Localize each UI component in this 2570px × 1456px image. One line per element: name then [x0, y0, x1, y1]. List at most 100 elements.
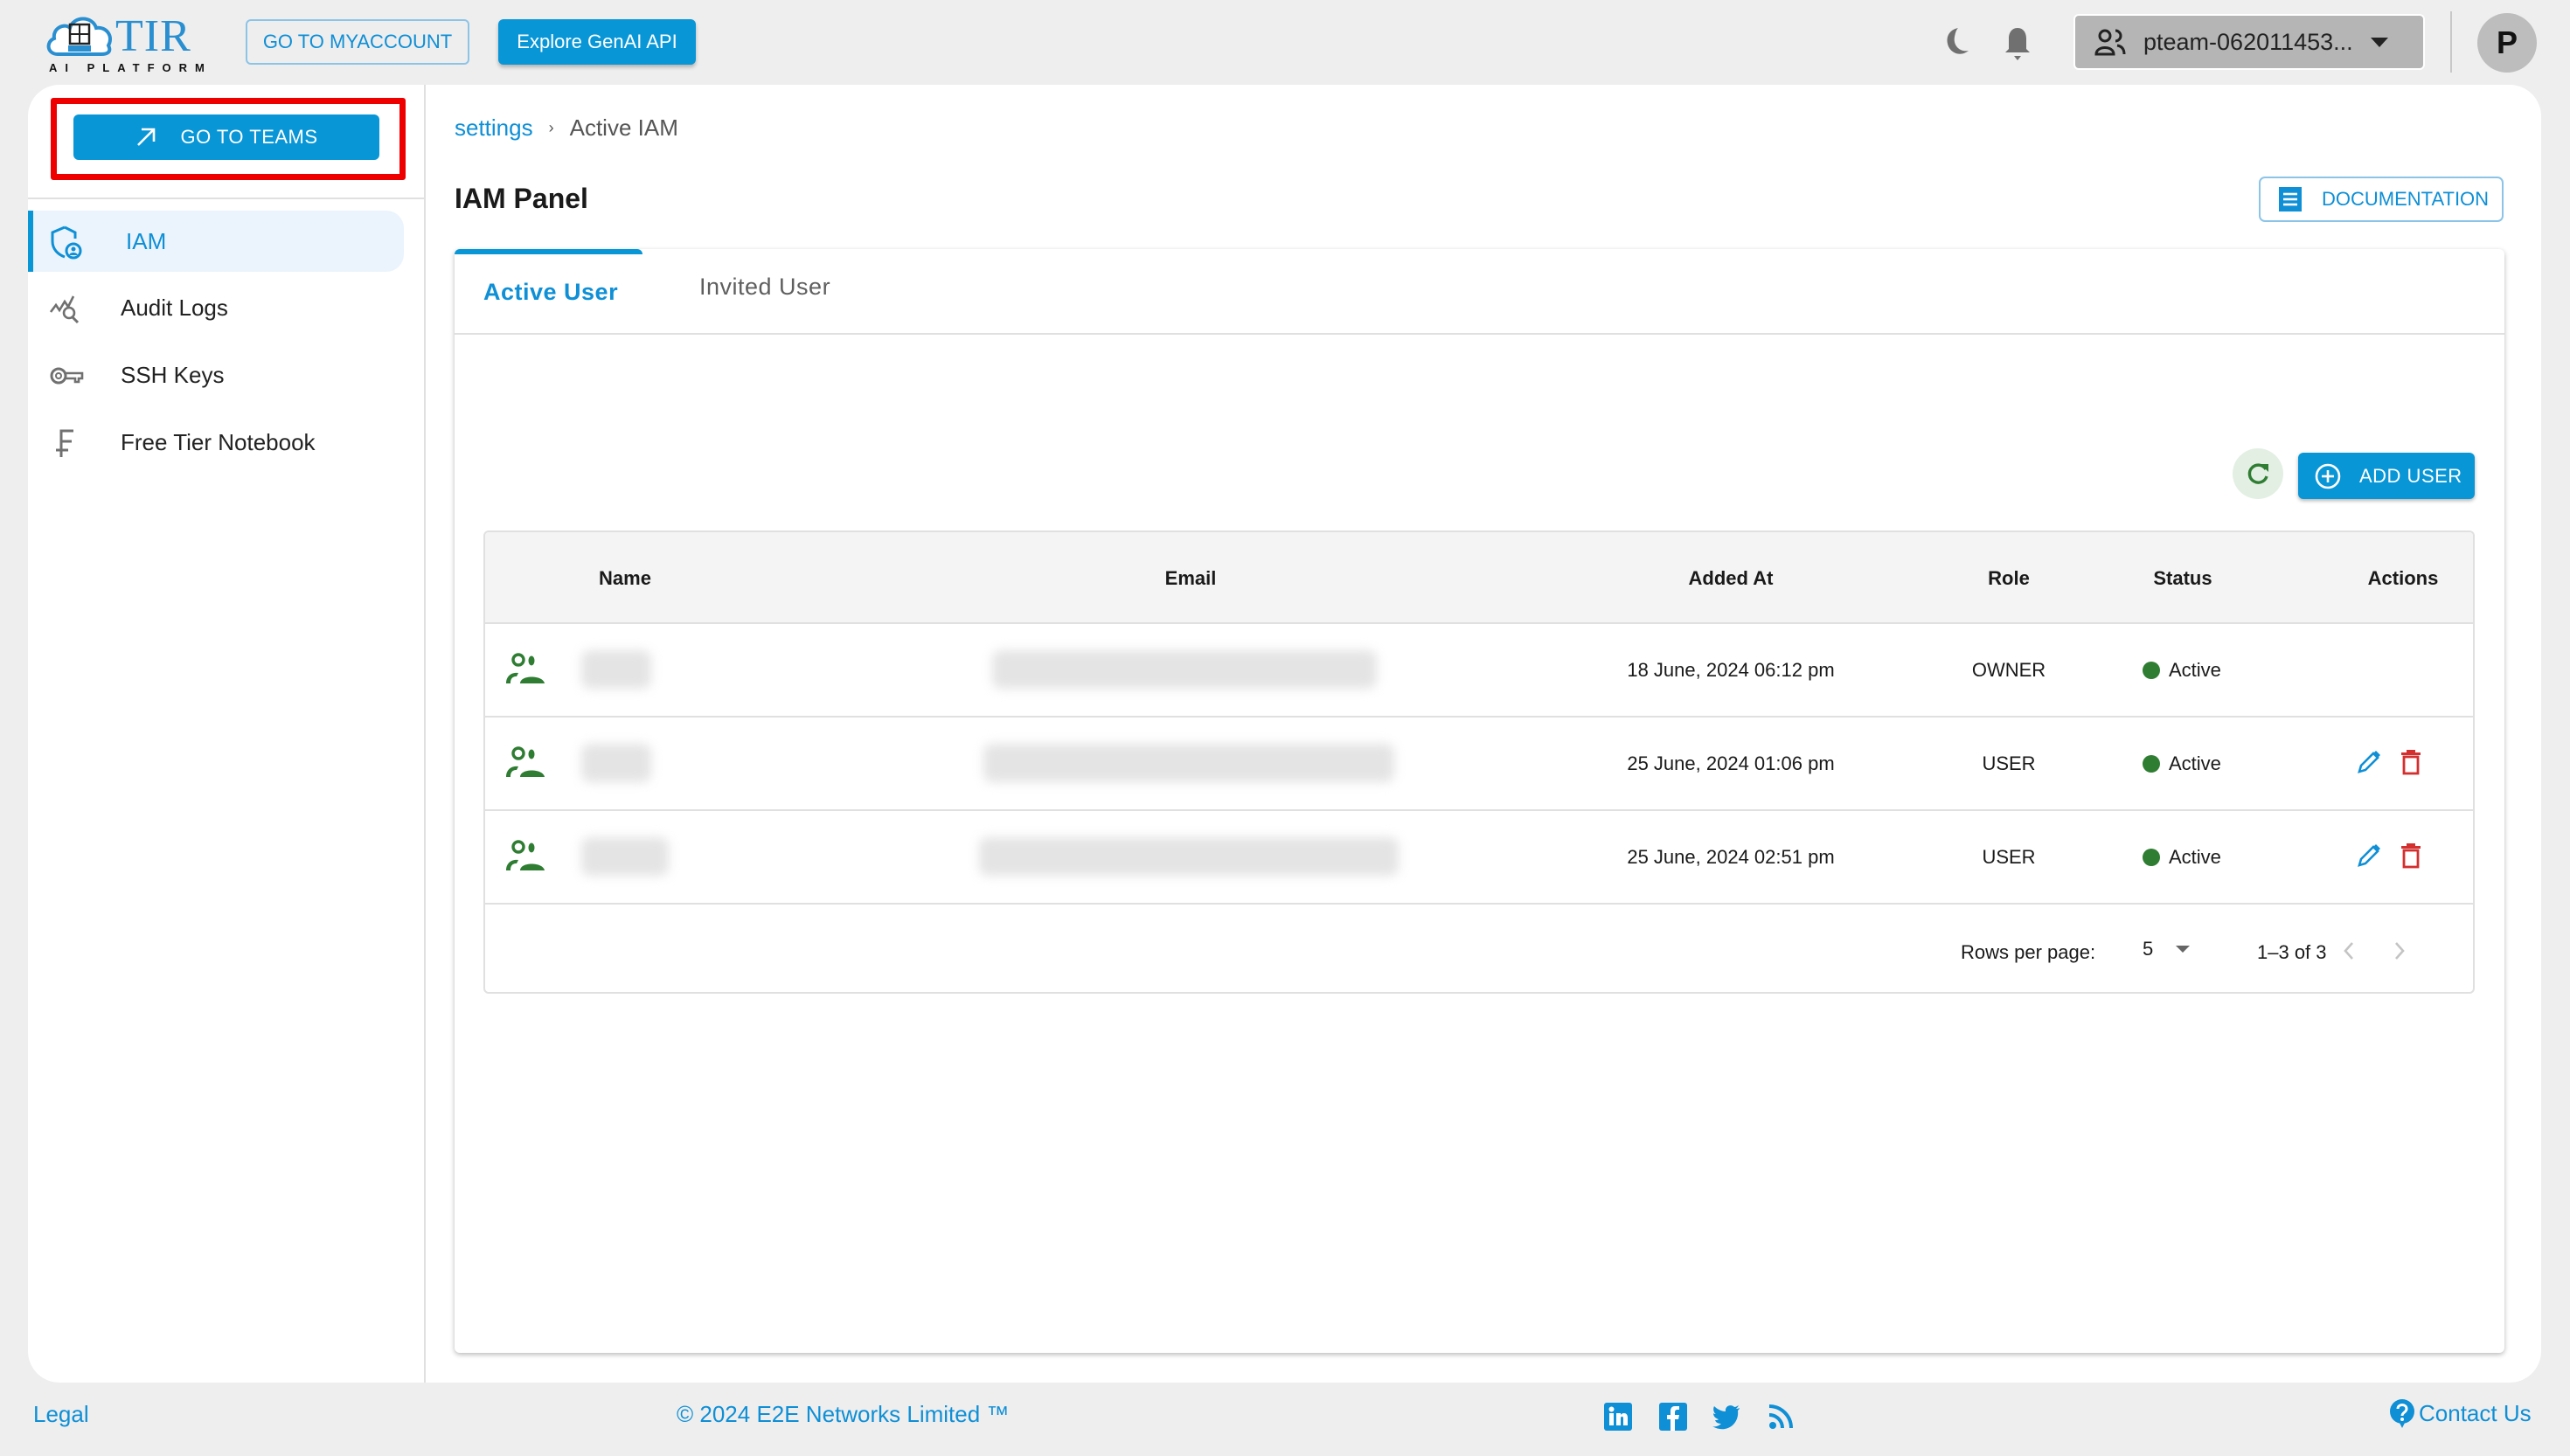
column-header-added-at[interactable]: Added At — [1689, 567, 1774, 590]
shield-user-icon — [51, 225, 82, 260]
user-group-icon — [506, 746, 545, 777]
column-header-role[interactable]: Role — [1988, 567, 2030, 590]
column-header-status[interactable]: Status — [2153, 567, 2212, 590]
sidebar-item-iam[interactable]: IAM — [28, 211, 404, 272]
add-user-label: ADD USER — [2359, 464, 2462, 487]
status-dot-icon — [2143, 662, 2160, 679]
explore-genai-api-button[interactable]: Explore GenAI API — [498, 19, 696, 65]
sidebar-item-label: IAM — [126, 227, 167, 254]
linkedin-icon[interactable] — [1603, 1402, 1633, 1432]
rows-per-page-value: 5 — [2143, 938, 2154, 960]
footer-copyright: © 2024 E2E Networks Limited ™ — [677, 1401, 1010, 1427]
tab-active-user[interactable]: Active User — [483, 279, 618, 306]
twitter-icon[interactable] — [1712, 1402, 1741, 1432]
refresh-icon — [2247, 463, 2268, 484]
cell-added-at: 25 June, 2024 01:06 pm — [1627, 752, 1835, 774]
breadcrumb-current: Active IAM — [569, 114, 678, 141]
table-row: 25 June, 2024 01:06 pm USER Active — [485, 718, 2473, 811]
sidebar-divider — [28, 198, 426, 199]
chevron-left-icon[interactable] — [2338, 936, 2359, 966]
footer-legal-link[interactable]: Legal — [33, 1401, 89, 1428]
header-divider — [2450, 11, 2452, 73]
name-redacted — [581, 744, 651, 782]
chevron-right-icon[interactable] — [2389, 936, 2410, 966]
status-dot-icon — [2143, 849, 2160, 866]
table-header: Name Email Added At Role Status Actions — [485, 532, 2473, 624]
cell-role: USER — [1982, 752, 2036, 774]
top-bar: TIR AI PLATFORM GO TO MYACCOUNT Explore … — [0, 0, 2570, 85]
tir-logo[interactable]: TIR AI PLATFORM — [45, 10, 205, 74]
rss-icon[interactable] — [1766, 1402, 1796, 1432]
status-badge: Active — [2143, 659, 2221, 682]
status-dot-icon — [2143, 755, 2160, 773]
main-card: GO TO TEAMS IAM Audit Logs SSH Keys Free… — [28, 85, 2541, 1383]
key-icon — [50, 367, 84, 385]
moon-icon[interactable] — [1939, 24, 1974, 59]
iam-panel: Active User Invited User ADD USER Name E… — [455, 249, 2504, 1353]
arrow-up-right-icon — [137, 128, 156, 146]
team-selector[interactable]: pteam-062011453... — [2073, 14, 2425, 70]
refresh-button[interactable] — [2233, 448, 2283, 499]
add-circle-icon — [2315, 463, 2341, 489]
sidebar-item-audit-logs[interactable]: Audit Logs — [28, 277, 404, 338]
column-header-email[interactable]: Email — [1165, 567, 1217, 590]
cell-added-at: 18 June, 2024 06:12 pm — [1627, 659, 1835, 681]
status-label: Active — [2169, 752, 2221, 774]
facebook-icon[interactable] — [1658, 1402, 1688, 1432]
cell-added-at: 25 June, 2024 02:51 pm — [1627, 846, 1835, 868]
edit-icon[interactable] — [2356, 842, 2382, 869]
delete-icon[interactable] — [2400, 842, 2422, 869]
table-row: 25 June, 2024 02:51 pm USER Active — [485, 811, 2473, 905]
sidebar-item-label: Audit Logs — [121, 294, 228, 321]
go-to-teams-label: GO TO TEAMS — [180, 126, 318, 148]
tab-divider — [455, 333, 2504, 335]
status-label: Active — [2169, 659, 2221, 681]
go-to-teams-button[interactable]: GO TO TEAMS — [73, 114, 379, 160]
delete-icon[interactable] — [2400, 749, 2422, 775]
user-group-icon — [506, 653, 545, 683]
edit-icon[interactable] — [2356, 749, 2382, 775]
audit-search-icon — [49, 295, 80, 324]
help-icon — [2390, 1399, 2414, 1428]
name-redacted — [581, 837, 669, 876]
status-label: Active — [2169, 846, 2221, 868]
chevron-down-icon — [2176, 946, 2191, 953]
add-user-button[interactable]: ADD USER — [2298, 453, 2475, 499]
active-tab-indicator — [455, 249, 642, 254]
column-header-actions: Actions — [2367, 567, 2439, 589]
document-icon — [2279, 187, 2302, 211]
bell-icon[interactable] — [2000, 24, 2035, 63]
logo-subtitle: AI PLATFORM — [49, 61, 212, 74]
documentation-label: DOCUMENTATION — [2322, 188, 2490, 210]
rows-per-page-select[interactable]: 5 — [2143, 938, 2191, 960]
tab-invited-user[interactable]: Invited User — [699, 274, 830, 301]
user-avatar[interactable]: P — [2477, 13, 2537, 73]
chevron-down-icon — [2371, 37, 2388, 47]
people-icon — [2094, 29, 2126, 56]
cell-role: USER — [1982, 846, 2036, 868]
contact-us-label: Contact Us — [2419, 1399, 2532, 1426]
table-row: 18 June, 2024 06:12 pm OWNER Active — [485, 624, 2473, 718]
page-range: 1–3 of 3 — [2257, 941, 2327, 963]
users-table: Name Email Added At Role Status Actions … — [483, 530, 2475, 994]
column-header-name[interactable]: Name — [599, 567, 651, 590]
name-redacted — [581, 650, 651, 689]
email-redacted — [983, 744, 1394, 782]
sidebar-item-free-tier-notebook[interactable]: Free Tier Notebook — [28, 412, 404, 473]
pagination: Rows per page: 5 1–3 of 3 — [485, 906, 2473, 992]
sidebar-item-label: SSH Keys — [121, 361, 225, 388]
status-badge: Active — [2143, 752, 2221, 775]
sidebar-item-label: Free Tier Notebook — [121, 428, 316, 455]
email-redacted — [992, 650, 1377, 689]
go-to-myaccount-button[interactable]: GO TO MYACCOUNT — [246, 19, 469, 65]
free-tier-icon — [56, 429, 73, 457]
breadcrumb-settings-link[interactable]: settings — [455, 114, 533, 142]
sidebar-item-ssh-keys[interactable]: SSH Keys — [28, 344, 404, 406]
breadcrumb: settings › Active IAM — [455, 114, 678, 142]
page-title: IAM Panel — [455, 183, 588, 214]
status-badge: Active — [2143, 846, 2221, 869]
documentation-button[interactable]: DOCUMENTATION — [2259, 177, 2504, 222]
contact-us-link[interactable]: Contact Us — [2389, 1398, 2532, 1428]
sidebar: GO TO TEAMS IAM Audit Logs SSH Keys Free… — [28, 85, 426, 1383]
breadcrumb-separator: › — [548, 119, 554, 136]
